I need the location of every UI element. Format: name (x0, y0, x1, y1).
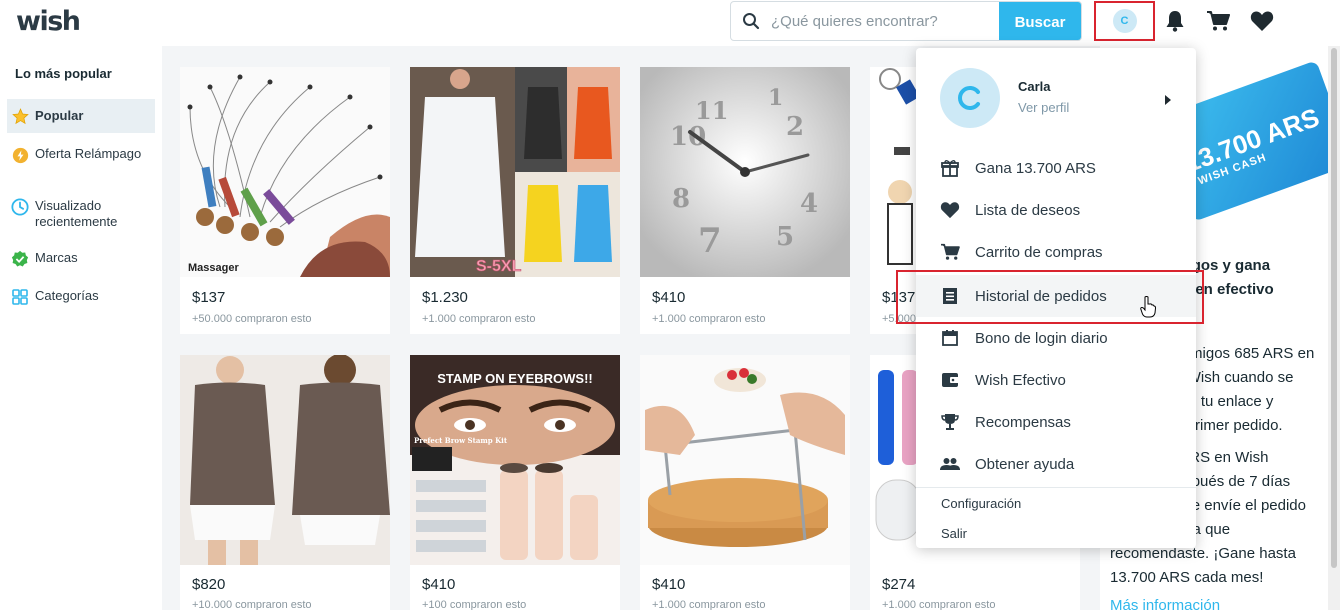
avatar: C (1112, 9, 1137, 33)
svg-text:4: 4 (800, 189, 818, 219)
star-icon (11, 107, 29, 125)
logout-link[interactable]: Salir (941, 526, 967, 541)
product-image-eyebrow-stamp[interactable]: STAMP ON EYEBROWS!! Prefect Brow Stamp K… (410, 355, 620, 565)
sidebar-title: Lo más popular (15, 66, 112, 81)
product-image-subcaption: Prefect Brow Stamp Kit (414, 436, 508, 445)
menu-item-get-help[interactable]: Obtener ayuda (916, 443, 1196, 485)
menu-item-wish-cash[interactable]: Wish Efectivo (916, 359, 1196, 401)
chevron-right-icon (1164, 93, 1172, 111)
product-card[interactable]: Massager $137 +50.000 compraron esto (180, 67, 390, 334)
svg-text:8: 8 (672, 184, 690, 214)
product-price: $410 (652, 289, 686, 306)
product-price: $410 (422, 576, 456, 593)
grid-icon (11, 288, 29, 306)
svg-text:2: 2 (786, 112, 804, 142)
menu-item-rewards[interactable]: Recompensas (916, 401, 1196, 443)
people-icon (940, 454, 960, 474)
product-image-wall-clock[interactable]: 1 2 10 11 8 4 7 5 (640, 67, 850, 277)
bell-icon[interactable] (1162, 8, 1188, 34)
divider (916, 487, 1196, 488)
gift-icon (940, 158, 960, 178)
sidebar-item-flash-deals[interactable]: Oferta Relámpago (7, 146, 155, 164)
sidebar-item-recently-viewed[interactable]: Visualizado recientemente (7, 198, 155, 230)
product-sold-count: +1.000 compraron esto (422, 313, 536, 325)
product-price: $274 (882, 576, 916, 593)
category-sidebar: Lo más popular Popular Oferta Relámpago … (0, 46, 162, 610)
sidebar-item-popular[interactable]: Popular (7, 99, 155, 133)
svg-text:1: 1 (768, 85, 783, 111)
product-card[interactable]: STAMP ON EYEBROWS!! Prefect Brow Stamp K… (410, 355, 620, 610)
search-icon (731, 2, 771, 40)
svg-text:5: 5 (776, 222, 794, 252)
trophy-icon (940, 412, 960, 432)
product-image-jumpsuits[interactable]: S-5XL (410, 67, 620, 277)
heart-icon[interactable] (1249, 8, 1275, 34)
product-sold-count: +50.000 compraron esto (192, 313, 312, 325)
clock-icon (11, 198, 29, 216)
cart-icon[interactable] (1205, 8, 1231, 34)
product-sold-count: +1.000 compraron esto (882, 599, 996, 610)
sidebar-item-categories[interactable]: Categorías (7, 288, 155, 306)
svg-text:11: 11 (695, 96, 728, 125)
product-card[interactable]: $410 +1.000 compraron esto (640, 355, 850, 610)
product-image-caption: S-5XL (476, 258, 522, 275)
settings-link[interactable]: Configuración (941, 496, 1021, 511)
wallet-icon (940, 370, 960, 390)
calendar-icon (940, 328, 960, 348)
product-price: $820 (192, 576, 226, 593)
sidebar-item-brands[interactable]: Marcas (7, 250, 155, 268)
avatar (940, 68, 1000, 128)
cart-icon (940, 242, 960, 262)
product-price: $1.230 (422, 289, 468, 306)
product-sold-count: +1.000 compraron esto (652, 599, 766, 610)
product-sold-count: +10.000 compraron esto (192, 599, 312, 610)
verified-badge-icon (11, 250, 29, 268)
menu-item-earn[interactable]: Gana 13.700 ARS (916, 147, 1196, 189)
hand-cursor-icon (1140, 296, 1157, 323)
search-input[interactable] (771, 12, 1001, 30)
product-card[interactable]: S-5XL $1.230 +1.000 compraron esto (410, 67, 620, 334)
user-name: Carla (1018, 79, 1051, 94)
highlight-box (896, 270, 1204, 324)
page-scrollbar[interactable] (1328, 46, 1340, 610)
product-card[interactable]: $820 +10.000 compraron esto (180, 355, 390, 610)
view-profile-link[interactable]: Ver perfil (1018, 100, 1069, 115)
svg-text:7: 7 (698, 221, 722, 261)
product-image-head-massager[interactable]: Massager (180, 67, 390, 277)
search-bar: Buscar (730, 1, 1082, 41)
lightning-icon (11, 146, 29, 164)
product-card[interactable]: 1 2 10 11 8 4 7 5 $410 +1.000 compraron … (640, 67, 850, 334)
product-sold-count: +1.000 compraron esto (652, 313, 766, 325)
more-info-link[interactable]: Más información (1110, 594, 1220, 610)
top-header: wish Buscar C (0, 0, 1340, 46)
menu-item-cart[interactable]: Carrito de compras (916, 231, 1196, 273)
heart-icon (940, 200, 960, 220)
product-image-caption: STAMP ON EYEBROWS!! (437, 371, 593, 386)
search-button[interactable]: Buscar (999, 2, 1081, 40)
menu-item-wishlist[interactable]: Lista de deseos (916, 189, 1196, 231)
product-image-caption: Massager (188, 262, 239, 274)
wish-logo[interactable]: wish (16, 6, 81, 37)
product-sold-count: +100 compraron esto (422, 599, 527, 610)
product-image-cake-slicer[interactable] (640, 355, 850, 565)
product-price: $410 (652, 576, 686, 593)
product-price: $137 (192, 289, 226, 306)
svg-text:10: 10 (670, 122, 706, 152)
account-menu-button[interactable]: C (1094, 1, 1155, 41)
product-image-blouse[interactable] (180, 355, 390, 565)
